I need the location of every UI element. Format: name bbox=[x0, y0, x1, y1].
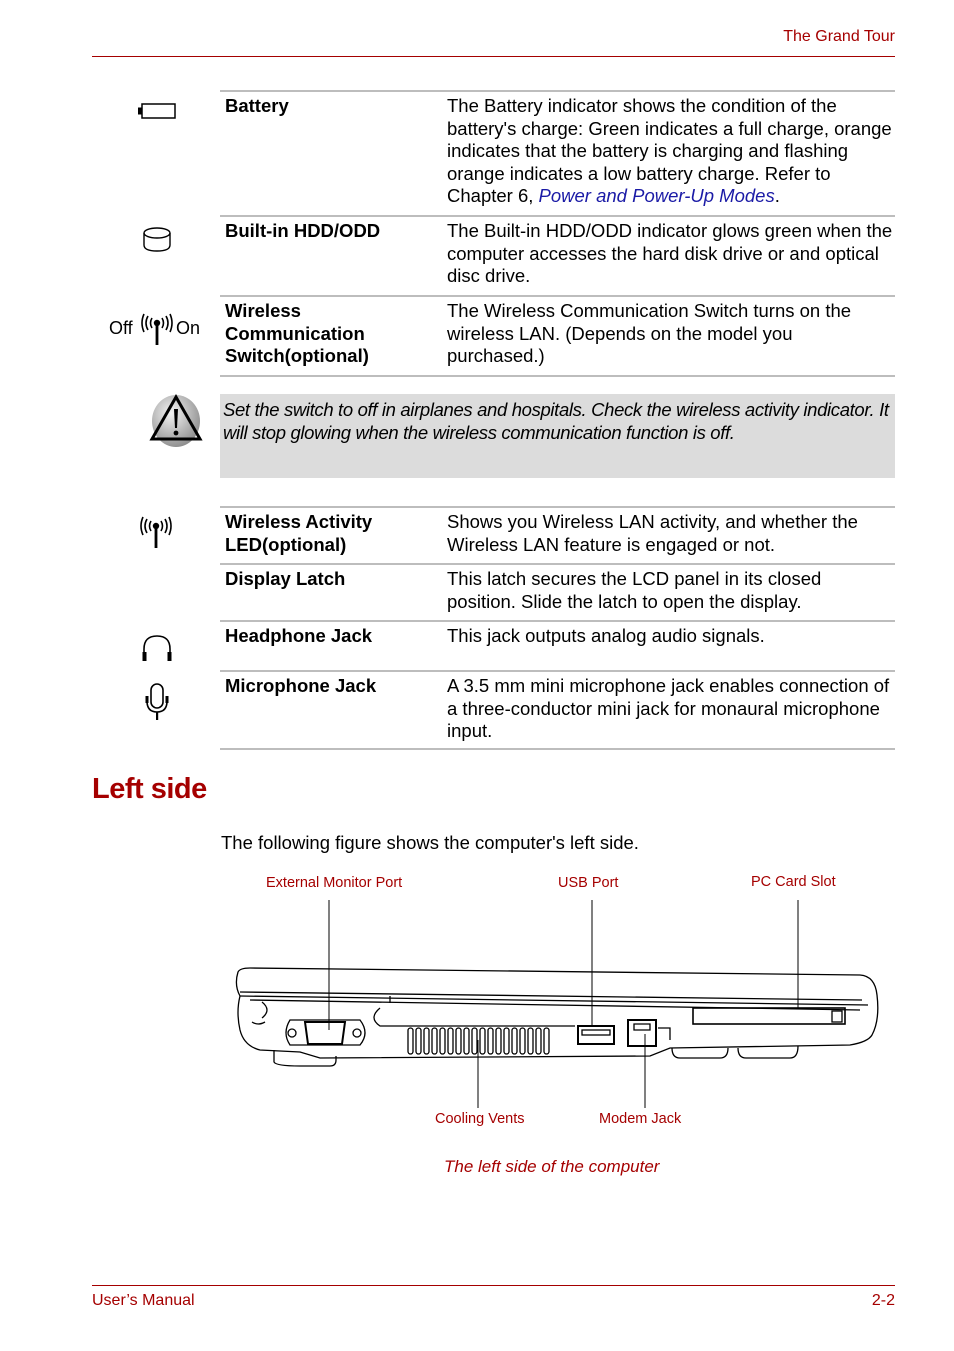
pc-card-slot bbox=[692, 1007, 846, 1025]
footer-rule bbox=[92, 1285, 895, 1286]
figure-caption: The left side of the computer bbox=[444, 1157, 660, 1176]
laptop-left-side-figure bbox=[235, 900, 879, 1108]
page-number: 2-2 bbox=[871, 1292, 895, 1309]
footer-manual-title: User’s Manual bbox=[92, 1292, 195, 1309]
